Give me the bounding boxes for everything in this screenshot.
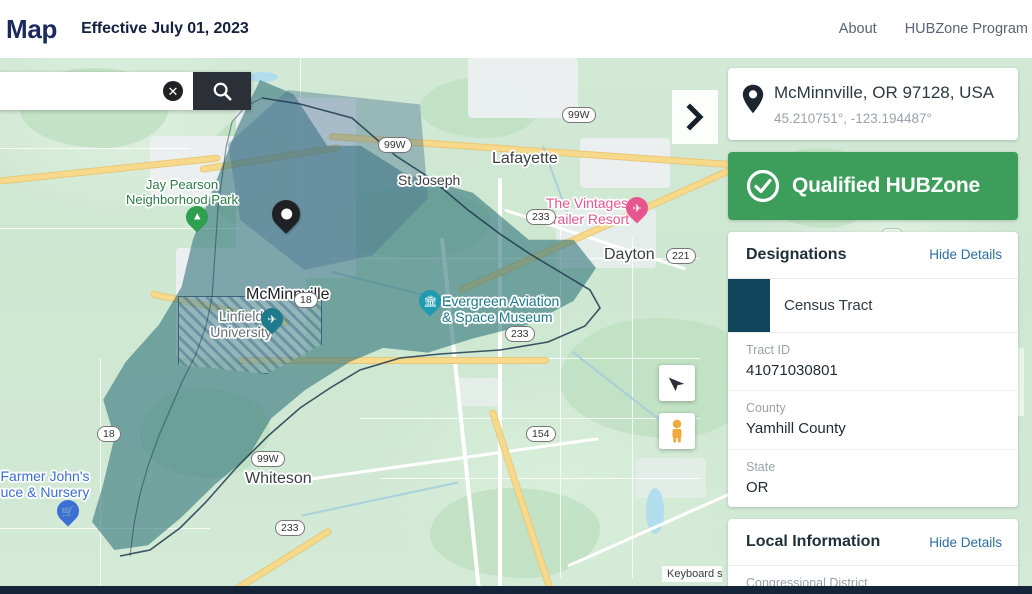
- map-shield-99w: 99W: [562, 107, 596, 124]
- airport-poi-pin-icon[interactable]: ✈: [256, 303, 288, 336]
- nav-link-about[interactable]: About: [839, 21, 877, 37]
- location-coordinates: 45.210751°, -123.194487°: [774, 110, 932, 126]
- map-shield-221: 221: [666, 248, 696, 265]
- bottom-bar: [0, 586, 1032, 594]
- location-name: McMinnville, OR 97128, USA: [774, 83, 995, 102]
- search-bar[interactable]: ✕: [0, 72, 251, 110]
- chevron-right-icon: [686, 103, 704, 131]
- field-state: State OR: [728, 450, 1018, 508]
- status-label: Qualified HUBZone: [792, 173, 980, 197]
- local-information-title: Local Information: [746, 533, 881, 551]
- designation-color-swatch: [728, 278, 770, 332]
- map-shield-233: 233: [505, 326, 535, 343]
- clear-search-icon[interactable]: ✕: [163, 81, 183, 101]
- field-county: County Yamhill County: [728, 391, 1018, 450]
- map-highway: [48, 528, 332, 594]
- map-pin-icon: [742, 84, 764, 114]
- map-shield-18: 18: [294, 292, 318, 309]
- map-shield-99w: 99W: [251, 451, 285, 468]
- designations-header: Designations Hide Details: [728, 232, 1018, 279]
- status-badge: Qualified HUBZone: [728, 151, 1018, 220]
- field-label: County: [746, 401, 786, 416]
- map-road: [632, 238, 633, 578]
- designation-type: Census Tract: [784, 296, 873, 314]
- map-urban-area: [580, 138, 670, 188]
- search-icon: [213, 82, 232, 101]
- field-value: Yamhill County: [746, 420, 846, 438]
- locate-me-button[interactable]: [659, 365, 695, 401]
- map-road: [380, 478, 700, 479]
- check-circle-icon: [746, 169, 780, 203]
- map-shield-99w: 99W: [378, 137, 412, 154]
- map-road: [360, 418, 700, 419]
- effective-date-label: Effective July 01, 2023: [81, 20, 249, 37]
- store-poi-pin-icon[interactable]: 🛒: [52, 495, 84, 528]
- location-marker[interactable]: [266, 194, 306, 238]
- map-shield-154: 154: [526, 426, 556, 443]
- map-road: [0, 148, 190, 149]
- map-road: [100, 358, 101, 588]
- map-shield-233: 233: [275, 520, 305, 537]
- map-stream: [542, 145, 568, 212]
- navigation-arrow-icon: [668, 377, 685, 392]
- header-nav: About HUBZone Program: [839, 21, 1032, 37]
- field-value: OR: [746, 478, 769, 496]
- local-information-hide-details-link[interactable]: Hide Details: [929, 535, 1002, 550]
- location-card: McMinnville, OR 97128, USA 45.210751°, -…: [728, 68, 1018, 140]
- collapse-panel-button[interactable]: [672, 90, 718, 144]
- field-label: State: [746, 459, 776, 474]
- designations-hide-details-link[interactable]: Hide Details: [929, 247, 1002, 262]
- map-water: [248, 72, 278, 82]
- details-side-panel: McMinnville, OR 97128, USA 45.210751°, -…: [720, 58, 1032, 594]
- map-shield-18: 18: [97, 426, 121, 443]
- park-poi-pin-icon[interactable]: ▲: [181, 201, 213, 234]
- map-urban-area: [468, 58, 578, 118]
- designations-title: Designations: [746, 245, 847, 263]
- streetview-pegman-button[interactable]: [659, 413, 695, 449]
- museum-poi-pin-icon[interactable]: 🏛: [414, 285, 446, 318]
- map-stream: [301, 481, 459, 517]
- map-urban-area: [458, 378, 498, 406]
- resort-poi-pin-icon[interactable]: ✈: [621, 192, 653, 225]
- map-shield-233: 233: [526, 209, 556, 226]
- field-tract-id: Tract ID 41071030801: [728, 333, 1018, 392]
- designation-row: Census Tract: [728, 278, 1018, 333]
- field-label: Tract ID: [746, 342, 790, 357]
- search-button[interactable]: [193, 72, 251, 110]
- nav-link-hubzone-program[interactable]: HUBZone Program: [905, 21, 1028, 37]
- map-label-farmer-johns: Farmer John's uce & Nursery: [0, 468, 90, 501]
- local-information-card: Local Information Hide Details Congressi…: [728, 519, 1018, 594]
- app-header: Map Effective July 01, 2023 About HUBZon…: [0, 0, 1032, 58]
- map-attribution: Keyboard sh: [662, 566, 722, 582]
- pegman-icon: [672, 419, 682, 443]
- page-title: Map: [6, 13, 58, 44]
- field-value: 41071030801: [746, 361, 838, 379]
- designations-card: Designations Hide Details Census Tract T…: [728, 231, 1018, 508]
- local-information-header: Local Information Hide Details: [728, 519, 1018, 567]
- hubzone-map-app: Map Effective July 01, 2023 About HUBZon…: [0, 0, 1032, 594]
- map-road: [301, 437, 599, 482]
